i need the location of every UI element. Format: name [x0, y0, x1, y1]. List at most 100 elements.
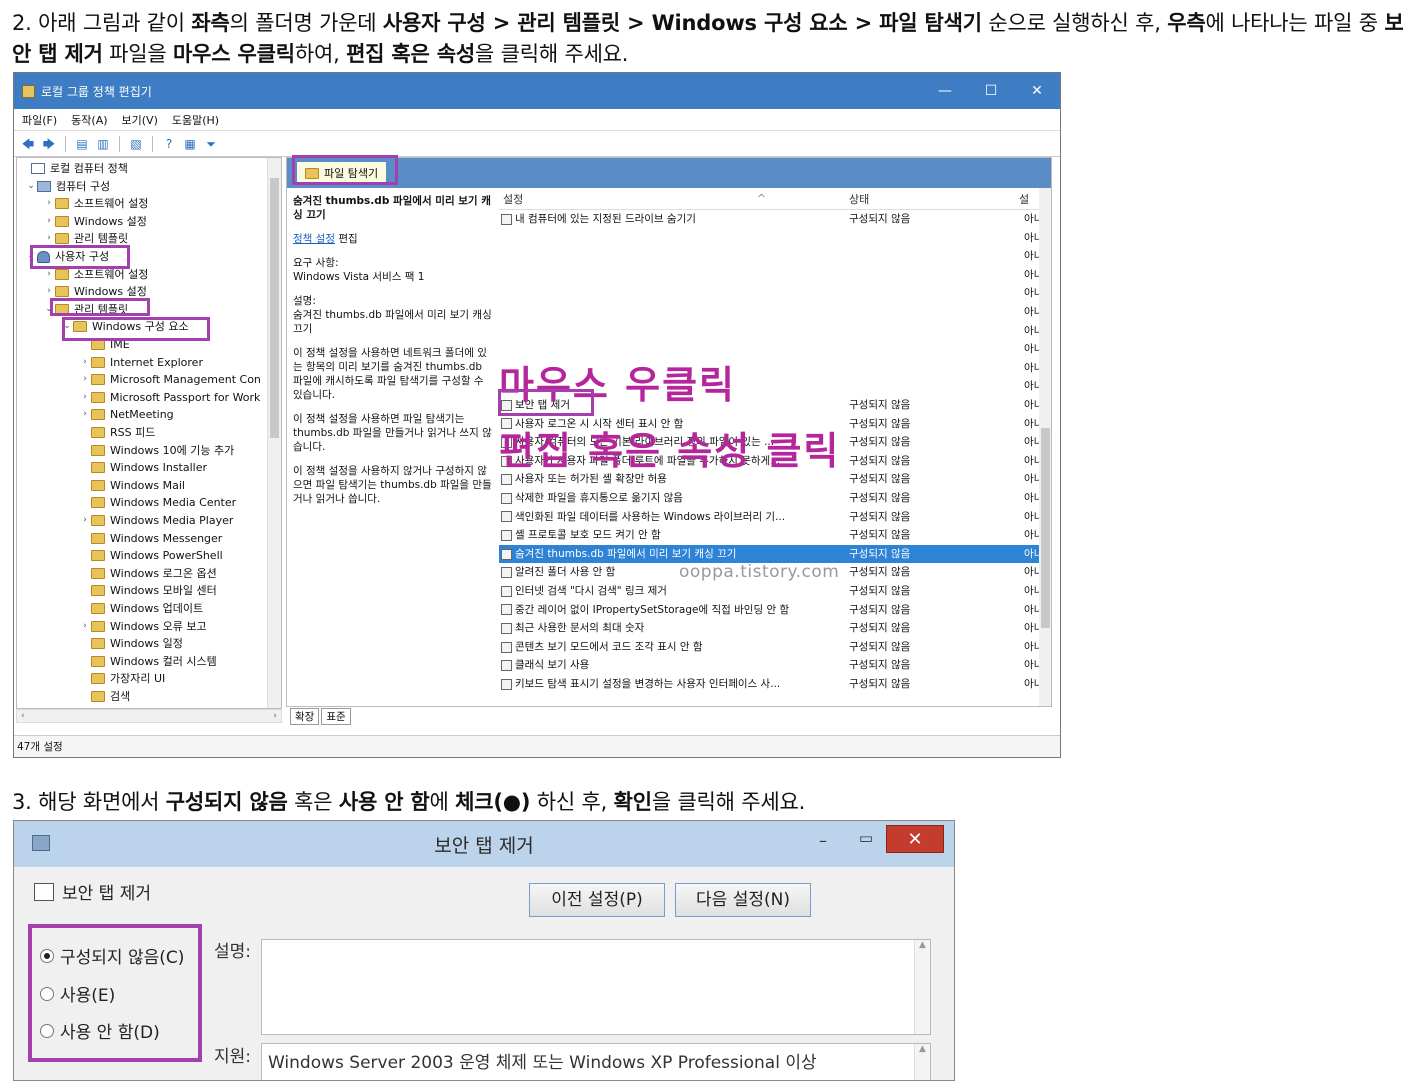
list-scrollbar[interactable]	[1039, 188, 1051, 706]
menu-help[interactable]: 도움말(H)	[172, 112, 219, 128]
tree-item[interactable]: RSS 피드	[79, 424, 155, 441]
show-hide-tree-icon[interactable]: ▥	[95, 136, 111, 152]
tree-item[interactable]: › 관리 템플릿	[43, 230, 128, 247]
tree-item[interactable]: Windows Mail	[79, 477, 185, 494]
tree-hscrollbar[interactable]: ‹ ›	[16, 709, 282, 723]
scroll-thumb[interactable]	[1041, 428, 1050, 628]
close-button[interactable]: ✕	[886, 825, 944, 853]
list-row[interactable]: 숨겨진 thumbs.db 파일에서 미리 보기 캐싱 끄기 구성되지 않음 아니	[499, 544, 1051, 564]
tree-item[interactable]: Windows 일정	[79, 635, 183, 652]
radio-enabled[interactable]: 사용(E)	[40, 981, 115, 1006]
menu-file[interactable]: 파일(F)	[22, 112, 57, 128]
list-row[interactable]: 셸 프로토콜 보호 모드 켜기 안 함 구성되지 않음 아니	[499, 526, 1051, 545]
list-row[interactable]: 아니	[499, 322, 1051, 341]
tree-item[interactable]: › 소프트웨어 설정	[43, 195, 148, 212]
tree-item[interactable]: ⌄ 사용자 구성	[25, 248, 109, 265]
list-row[interactable]: 아니	[499, 303, 1051, 322]
tree-item[interactable]: › Windows 오류 보고	[79, 618, 206, 635]
scroll-thumb[interactable]	[270, 178, 279, 438]
back-arrow-icon[interactable]: 🡄	[20, 136, 36, 152]
maximize-button[interactable]: ▭	[852, 829, 880, 849]
tree-item[interactable]: › 소프트웨어 설정	[43, 266, 148, 283]
list-row[interactable]: 최근 사용한 문서의 최대 숫자 구성되지 않음 아니	[499, 619, 1051, 638]
column-state[interactable]: 상태	[849, 191, 1019, 207]
maximize-button[interactable]: ☐	[968, 83, 1014, 99]
next-setting-button[interactable]: 다음 설정(N)	[675, 883, 811, 917]
tree-item[interactable]: Windows 모바일 센터	[79, 582, 217, 599]
tree-item[interactable]: 로컬 컴퓨터 정책	[19, 160, 128, 177]
scroll-right-icon[interactable]: ›	[273, 711, 277, 721]
list-row[interactable]: 삭제한 파일을 휴지통으로 옮기지 않음 구성되지 않음 아니	[499, 489, 1051, 508]
expand-chevron-icon[interactable]: ⌄	[25, 248, 37, 265]
properties-icon[interactable]: ▦	[182, 136, 198, 152]
tree-item[interactable]: › Internet Explorer	[79, 354, 203, 371]
menu-view[interactable]: 보기(V)	[122, 112, 158, 128]
tab-standard[interactable]: 표준	[321, 707, 351, 725]
tree-item[interactable]: › Microsoft Management Con	[79, 371, 261, 388]
expand-chevron-icon[interactable]: ›	[43, 283, 55, 300]
textarea-scrollbar[interactable]: ▲	[914, 940, 930, 1034]
radio-icon[interactable]	[40, 1023, 54, 1038]
list-row[interactable]: 클래식 보기 사용 구성되지 않음 아니	[499, 656, 1051, 675]
list-row[interactable]: 콘텐츠 보기 모드에서 코드 조각 표시 안 함 구성되지 않음 아니	[499, 638, 1051, 657]
expand-chevron-icon[interactable]: ›	[79, 618, 91, 635]
column-setting[interactable]: 설정	[499, 191, 674, 207]
tree-item[interactable]: › Microsoft Passport for Work	[79, 389, 260, 406]
help-icon[interactable]: ?	[161, 136, 177, 152]
tree-item[interactable]: Windows Installer	[79, 459, 207, 476]
menu-action[interactable]: 동작(A)	[71, 112, 107, 128]
expand-chevron-icon[interactable]: ›	[43, 213, 55, 230]
forward-arrow-icon[interactable]: 🡆	[41, 136, 57, 152]
radio-disabled[interactable]: 사용 안 함(D)	[40, 1018, 160, 1043]
expand-chevron-icon[interactable]: ›	[43, 230, 55, 247]
list-row[interactable]: 아니	[499, 284, 1051, 303]
expand-chevron-icon[interactable]: ⌄	[43, 301, 55, 318]
list-row[interactable]: 아니	[499, 266, 1051, 285]
expand-chevron-icon[interactable]: ›	[79, 354, 91, 371]
expand-chevron-icon[interactable]: ›	[79, 406, 91, 423]
expand-chevron-icon[interactable]: ›	[43, 266, 55, 283]
list-row[interactable]: 색인화된 파일 데이터를 사용하는 Windows 라이브러리 기... 구성되지…	[499, 508, 1051, 527]
tree-item[interactable]: Windows Media Center	[79, 494, 236, 511]
filter-icon[interactable]: ⏷	[203, 136, 219, 152]
list-row[interactable]: 키보드 탐색 표시기 설정을 변경하는 사용자 인터페이스 사... 구성되지 않…	[499, 675, 1051, 694]
tree-item[interactable]: Windows Messenger	[79, 530, 222, 547]
minimize-button[interactable]: —	[922, 83, 968, 99]
tree-item[interactable]: Windows 로그온 옵션	[79, 565, 217, 582]
expand-chevron-icon[interactable]: ›	[79, 389, 91, 406]
tree-item[interactable]: › Windows 설정	[43, 213, 147, 230]
tree-item[interactable]: 검색	[79, 688, 130, 705]
tree-item[interactable]: 가장자리 UI	[79, 670, 165, 687]
tree-item[interactable]: Windows 업데이트	[79, 600, 203, 617]
tree-item[interactable]: Windows 10에 기능 추가	[79, 442, 234, 459]
tree-item[interactable]: › NetMeeting	[79, 406, 173, 423]
support-scrollbar[interactable]: ▲	[914, 1044, 930, 1080]
list-row[interactable]: 아니	[499, 229, 1051, 248]
close-button[interactable]: ✕	[1014, 83, 1060, 99]
expand-chevron-icon[interactable]: ⌄	[61, 318, 73, 335]
radio-selected-icon[interactable]	[40, 948, 54, 963]
tree-item[interactable]: IME	[79, 336, 130, 353]
expand-chevron-icon[interactable]: ›	[43, 195, 55, 212]
column-comment[interactable]: 설	[1019, 191, 1039, 207]
list-row[interactable]: 중간 레이어 없이 IPropertySetStorage에 직접 바인딩 안 …	[499, 601, 1051, 620]
scroll-left-icon[interactable]: ‹	[21, 711, 25, 721]
tree-item[interactable]: ⌄ Windows 구성 요소	[61, 318, 188, 335]
tab-extended[interactable]: 확장	[290, 707, 320, 725]
tree-item[interactable]: › Windows 설정	[43, 283, 147, 300]
tree-item[interactable]: ⌄ 컴퓨터 구성	[25, 178, 110, 195]
tree-scrollbar[interactable]	[267, 158, 281, 708]
tree-item[interactable]: Windows 컬러 시스템	[79, 653, 217, 670]
list-row[interactable]: 내 컴퓨터에 있는 지정된 드라이브 숨기기 구성되지 않음 아니	[499, 210, 1051, 229]
comment-textarea[interactable]: ▲	[261, 939, 931, 1035]
list-row[interactable]: 인터넷 검색 "다시 검색" 링크 제거 구성되지 않음 아니	[499, 582, 1051, 601]
minimize-button[interactable]: –	[809, 831, 837, 851]
radio-not-configured[interactable]: 구성되지 않음(C)	[40, 943, 184, 968]
export-list-icon[interactable]: ▧	[128, 136, 144, 152]
up-folder-icon[interactable]: ▤	[74, 136, 90, 152]
list-row[interactable]: 아니	[499, 247, 1051, 266]
expand-chevron-icon[interactable]: ⌄	[25, 178, 37, 195]
edit-policy-link[interactable]: 정책 설정	[293, 233, 335, 245]
tree-item[interactable]: ⌄ 관리 템플릿	[43, 301, 128, 318]
tree-item[interactable]: Windows PowerShell	[79, 547, 223, 564]
